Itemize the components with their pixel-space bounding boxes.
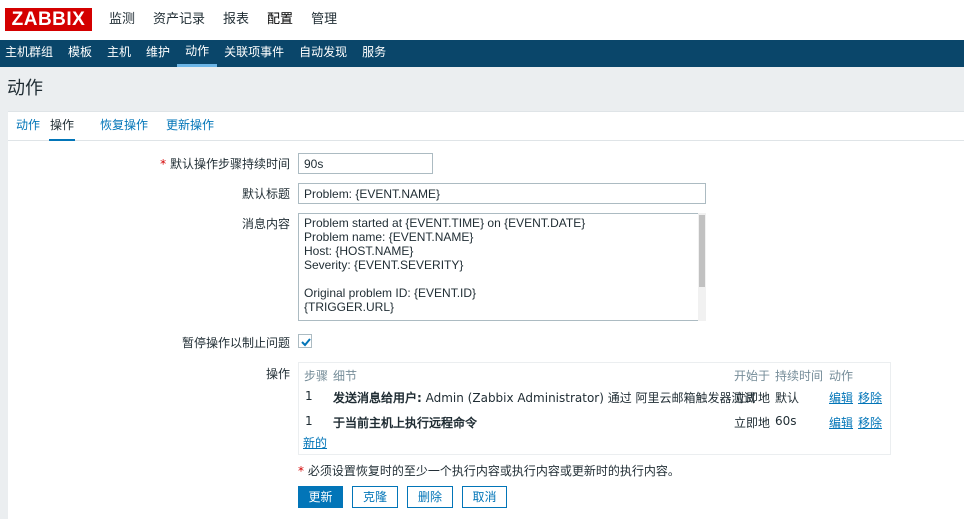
- row2-detail-bold: 于当前主机上执行远程命令: [333, 416, 478, 430]
- sub-menu-maintenance[interactable]: 维护: [138, 40, 178, 67]
- row2-remove-link[interactable]: 移除: [858, 414, 882, 431]
- top-menu-administration[interactable]: 管理: [302, 0, 346, 40]
- subject-input[interactable]: [298, 183, 706, 204]
- top-menu-reports[interactable]: 报表: [214, 0, 258, 40]
- sub-menu-hosts[interactable]: 主机: [99, 40, 139, 67]
- sub-menu-actions[interactable]: 动作: [177, 40, 218, 67]
- tab-recovery-operations[interactable]: 恢复操作: [100, 112, 148, 140]
- top-header: ZABBIX 监测 资产记录 报表 配置 管理: [0, 0, 964, 40]
- row1-duration: 默认: [775, 391, 800, 405]
- message-label: 消息内容: [241, 217, 290, 231]
- tab-operations[interactable]: 操作: [49, 112, 76, 141]
- new-operation-link[interactable]: 新的: [303, 434, 327, 451]
- top-menu-inventory[interactable]: 资产记录: [144, 0, 214, 40]
- row1-step: 1: [305, 389, 313, 403]
- tab-update-operations[interactable]: 更新操作: [166, 112, 214, 140]
- col-header-action: 动作: [829, 369, 854, 383]
- step-duration-label-text: 默认操作步骤持续时间: [169, 157, 290, 171]
- step-duration-label: * 默认操作步骤持续时间: [160, 155, 290, 172]
- row2-edit-link[interactable]: 编辑: [829, 414, 853, 431]
- row2-step: 1: [305, 414, 313, 428]
- sub-menu: 主机群组 模板 主机 维护 动作 关联项事件 自动发现 服务: [0, 40, 964, 67]
- pause-checkbox[interactable]: [298, 334, 312, 348]
- row2-duration: 60s: [775, 414, 797, 428]
- sub-menu-services[interactable]: 服务: [354, 40, 394, 67]
- message-textarea[interactable]: [298, 213, 706, 321]
- pause-label: 暂停操作以制止问题: [181, 336, 290, 350]
- sub-menu-event-correlation[interactable]: 关联项事件: [216, 40, 292, 67]
- row2-start: 立即地: [734, 416, 771, 430]
- checkmark-icon: [301, 338, 311, 347]
- row1-remove-link[interactable]: 移除: [858, 389, 882, 406]
- required-asterisk: *: [160, 157, 167, 171]
- row1-detail: 发送消息给用户: Admin (Zabbix Administrator) 通过…: [333, 389, 756, 406]
- clone-button[interactable]: 克隆: [352, 486, 398, 508]
- col-header-start-in: 开始于: [734, 369, 771, 383]
- top-menu-monitoring[interactable]: 监测: [100, 0, 144, 40]
- step-duration-input[interactable]: [298, 153, 433, 174]
- message-scrollbar-thumb[interactable]: [699, 215, 705, 287]
- page-title: 动作: [7, 78, 43, 99]
- col-header-details: 细节: [333, 369, 358, 383]
- row1-detail-bold: 发送消息给用户:: [333, 391, 422, 405]
- row1-edit-link[interactable]: 编辑: [829, 389, 853, 406]
- update-button[interactable]: 更新: [298, 486, 343, 508]
- required-note: * 必须设置恢复时的至少一个执行内容或执行内容或更新时的执行内容。: [298, 462, 680, 479]
- top-menu: 监测 资产记录 报表 配置 管理: [100, 0, 346, 40]
- zabbix-logo[interactable]: ZABBIX: [5, 8, 92, 31]
- sub-menu-host-groups[interactable]: 主机群组: [0, 40, 61, 67]
- delete-button[interactable]: 删除: [407, 486, 453, 508]
- cancel-button[interactable]: 取消: [462, 486, 507, 508]
- col-header-duration: 持续时间: [775, 369, 824, 383]
- sub-menu-templates[interactable]: 模板: [60, 40, 100, 67]
- row2-detail: 于当前主机上执行远程命令: [333, 414, 477, 431]
- row1-start: 立即地: [734, 391, 771, 405]
- operations-label: 操作: [265, 367, 290, 381]
- row1-detail-rest: Admin (Zabbix Administrator) 通过 阿里云邮箱触发器…: [421, 391, 756, 405]
- top-menu-configuration[interactable]: 配置: [258, 0, 302, 40]
- subject-label: 默认标题: [241, 187, 290, 201]
- col-header-step: 步骤: [304, 369, 329, 383]
- sub-menu-discovery[interactable]: 自动发现: [291, 40, 355, 67]
- note-text: 必须设置恢复时的至少一个执行内容或执行内容或更新时的执行内容。: [304, 464, 680, 478]
- tab-action[interactable]: 动作: [16, 112, 40, 140]
- form-tabs: 动作 操作 恢复操作 更新操作: [8, 112, 964, 141]
